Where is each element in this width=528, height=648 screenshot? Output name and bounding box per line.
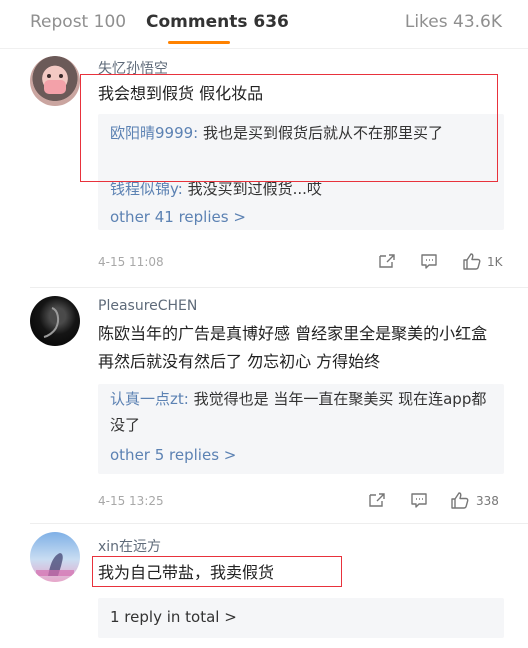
reply-text: 我也是买到假货后就从不在那里买了 <box>198 124 444 142</box>
comment-username[interactable]: PleasureCHEN <box>98 298 197 314</box>
replies-box[interactable]: 欧阳晴9999: 我也是买到假货后就从不在那里买了 钱程似锦y: 我没买到过假货… <box>98 114 504 230</box>
divider <box>30 523 528 524</box>
comment-icon[interactable] <box>420 253 438 274</box>
like-count: 338 <box>476 494 499 508</box>
reply-username[interactable]: 认真一点zt: <box>110 390 189 408</box>
comment-item: xin在远方 我为自己带盐，我卖假货 1 reply in total > <box>0 526 528 648</box>
avatar[interactable] <box>30 56 80 106</box>
share-icon[interactable] <box>368 492 386 512</box>
reply-username[interactable]: 钱程似锦y: <box>110 180 183 198</box>
comment-text: 我为自己带盐，我卖假货 <box>98 563 275 582</box>
comment-text: 陈欧当年的广告是真博好感 曾经家里全是聚美的小红盒 再然后就没有然后了 勿忘初心… <box>98 324 488 371</box>
like-count: 1K <box>487 255 503 269</box>
tab-repost[interactable]: Repost 100 <box>30 12 126 32</box>
replies-box[interactable]: 认真一点zt: 我觉得也是 当年一直在聚美买 现在连app都没了 other 5… <box>98 384 504 474</box>
reply-item: 钱程似锦y: 我没买到过假货...哎 <box>110 176 492 202</box>
avatar[interactable] <box>30 532 80 582</box>
tab-bar: Repost 100 Comments 636 Likes 43.6K <box>0 0 528 49</box>
comment-item: 失忆孙悟空 我会想到假货 假化妆品 欧阳晴9999: 我也是买到假货后就从不在那… <box>0 52 528 288</box>
more-replies-link[interactable]: other 5 replies > <box>110 446 236 464</box>
divider <box>30 287 528 288</box>
tab-likes[interactable]: Likes 43.6K <box>405 12 502 32</box>
comment-icon[interactable] <box>410 492 428 513</box>
comment-username[interactable]: xin在远方 <box>98 536 161 556</box>
comment-time: 4-15 13:25 <box>98 494 164 508</box>
like-icon[interactable] <box>450 491 470 513</box>
like-icon[interactable] <box>462 252 482 274</box>
more-replies-link[interactable]: 1 reply in total > <box>110 608 237 626</box>
comment-time: 4-15 11:08 <box>98 255 164 269</box>
reply-username[interactable]: 欧阳晴9999: <box>110 124 198 142</box>
reply-item: 欧阳晴9999: 我也是买到假货后就从不在那里买了 <box>110 120 492 146</box>
tab-comments[interactable]: Comments 636 <box>146 12 289 32</box>
share-icon[interactable] <box>378 253 396 273</box>
reply-text: 我没买到过假货...哎 <box>182 180 322 198</box>
comment-username[interactable]: 失忆孙悟空 <box>98 58 168 78</box>
active-tab-indicator <box>168 41 230 44</box>
avatar[interactable] <box>30 296 80 346</box>
comment-item: PleasureCHEN 陈欧当年的广告是真博好感 曾经家里全是聚美的小红盒 再… <box>0 290 528 522</box>
more-replies-link[interactable]: other 41 replies > <box>110 208 246 226</box>
comment-text: 我会想到假货 假化妆品 <box>98 84 264 103</box>
replies-box[interactable]: 1 reply in total > <box>98 598 504 638</box>
reply-item: 认真一点zt: 我觉得也是 当年一直在聚美买 现在连app都没了 <box>110 386 492 438</box>
